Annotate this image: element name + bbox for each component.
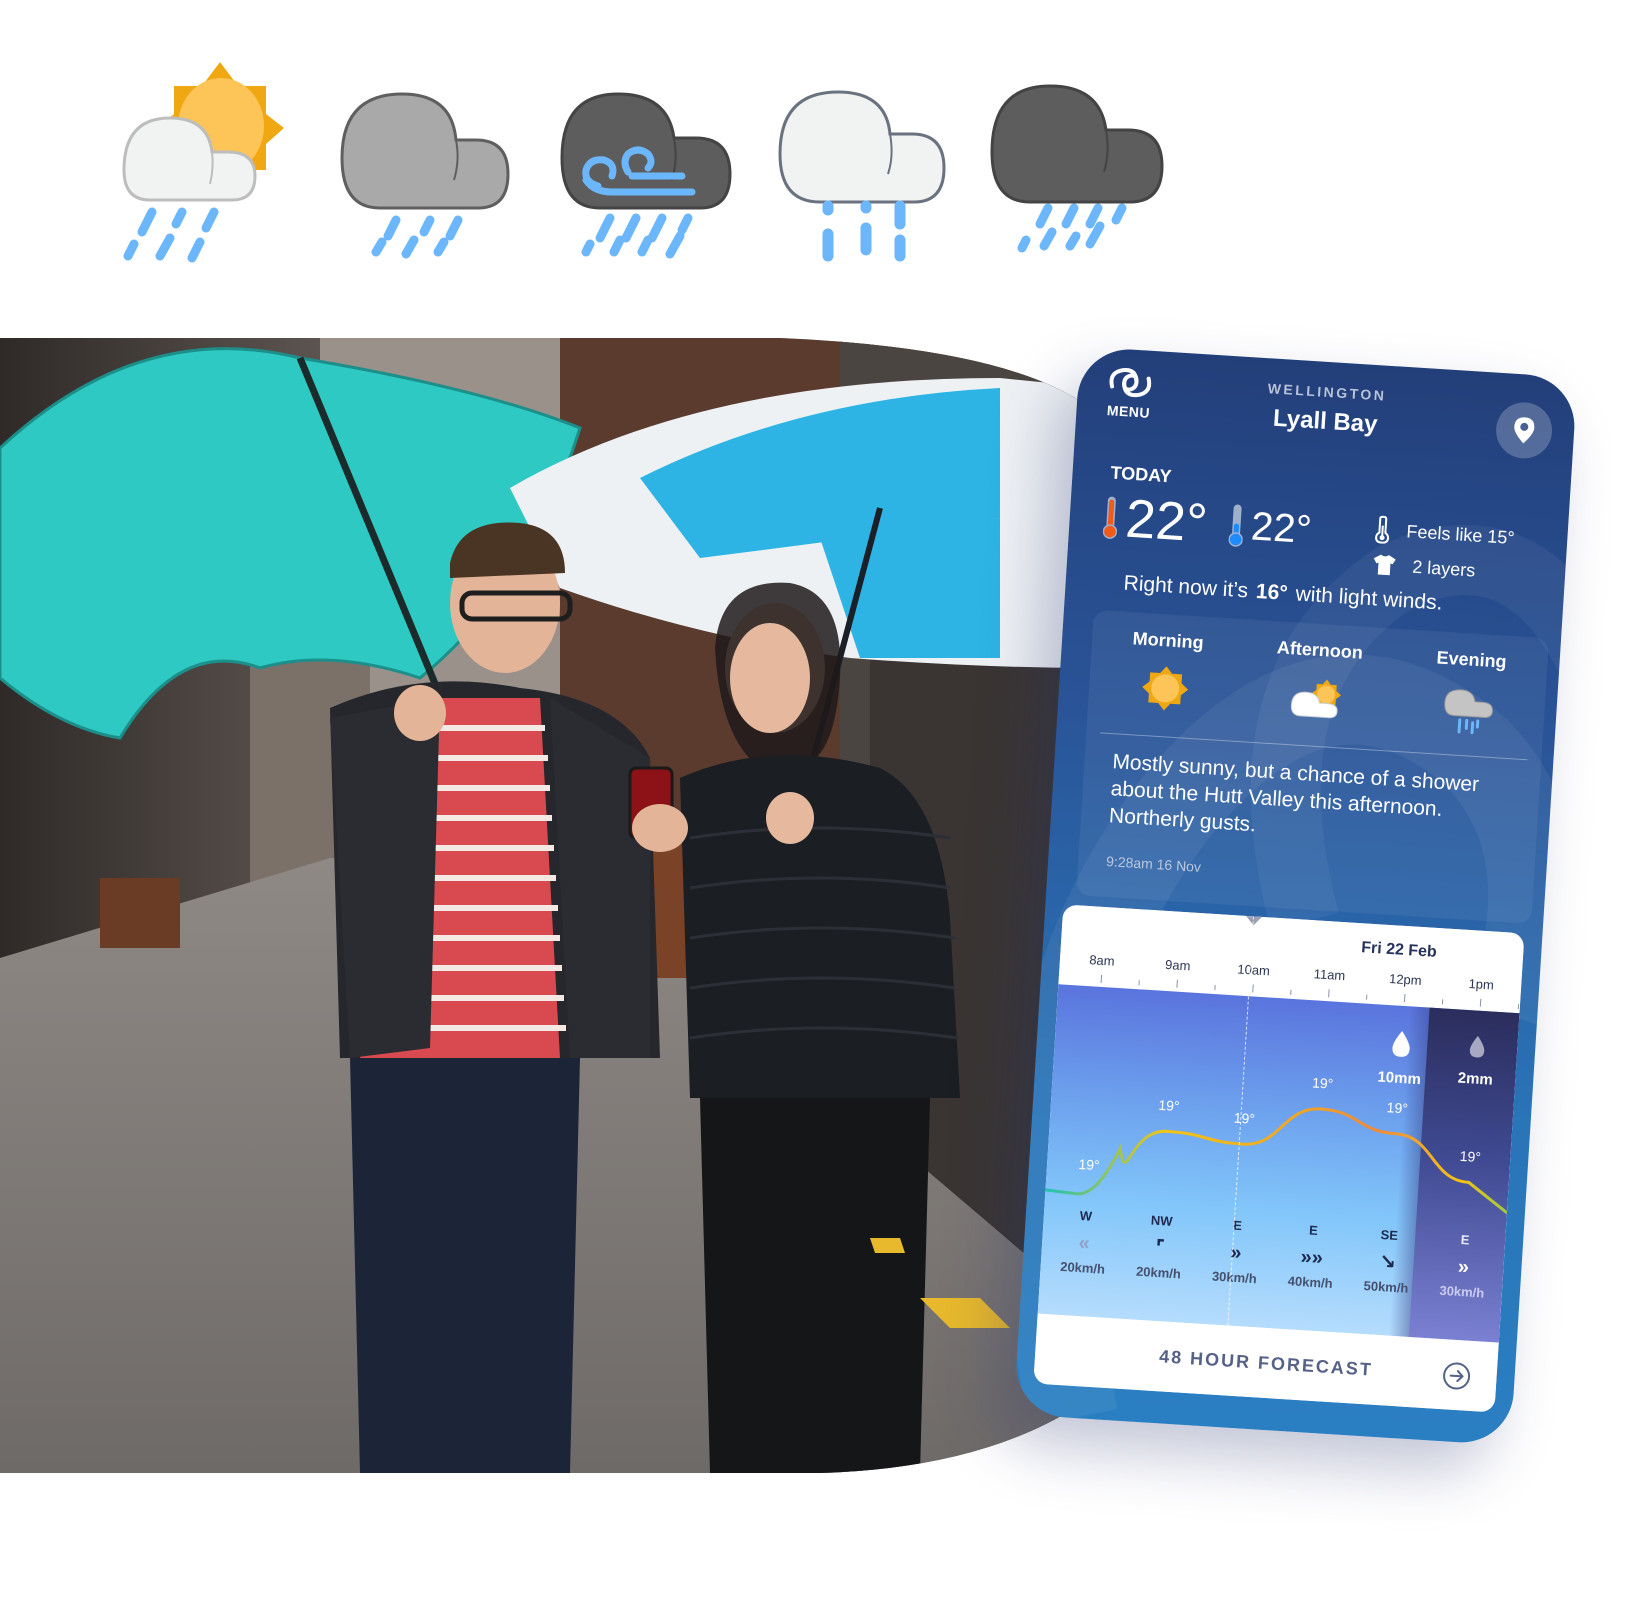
weather-app-screen: MENU WELLINGTON Lyall Bay TODAY 22° 22° [1013,346,1578,1446]
temperature-label: 19° [1233,1109,1256,1127]
hour-tick [1328,989,1330,998]
rain-amount-label: 10mm [1376,1068,1422,1089]
low-temperature: 22° [1249,504,1313,553]
current-temperature: 16° [1255,579,1289,605]
photo-illustration [0,338,1090,1473]
hour-tick [1100,974,1103,983]
forecast-button-label: 48 HOUR FORECAST [1158,1345,1374,1380]
feels-like-text: Feels like 15° [1405,520,1516,548]
hourly-timeline[interactable]: Fri 22 Feb 8am 9am 10am 11am 12pm 1pm 19° 19° 1… [1033,904,1525,1413]
wind-arrow-icon: »» [1299,1246,1324,1270]
hour-tick [1176,979,1178,988]
sun-icon [1142,666,1189,711]
temperature-label: 19° [1078,1155,1101,1174]
temperature-label: 19° [1459,1147,1482,1166]
arrow-right-circle-icon [1443,1362,1471,1390]
period-label: Morning [1132,628,1205,653]
windy-rain-icon [560,88,735,260]
hour-tick [1403,993,1406,1003]
temperature-label: 19° [1157,1096,1181,1115]
half-hour-tick [1290,989,1292,995]
raindrop-icon [1469,1035,1485,1058]
wind-arrow-icon: » [1229,1241,1243,1265]
wind-arrow-icon: ↘ [1378,1250,1397,1274]
wind-column: E» 30km/h [1425,1230,1501,1301]
thermometer-high-icon [1102,496,1118,539]
wind-column: E»» 40km/h [1274,1220,1350,1291]
heavy-rain-icon [990,84,1165,256]
tshirt-icon [1373,554,1396,576]
rain-amount: 10mm [1373,1028,1428,1088]
hour-label: 10am [1236,961,1271,979]
feels-like-row: Feels like 15° [1374,515,1516,552]
hour-label: 1pm [1468,976,1495,993]
rain-amount-label: 2mm [1457,1069,1494,1089]
hour-label: 8am [1088,952,1116,969]
rain-amount: 2mm [1449,1033,1504,1089]
wind-arrow-icon: ⌜ [1154,1236,1166,1260]
half-hour-tick [1441,999,1444,1005]
layers-row: 2 layers [1372,553,1513,584]
temperature-line [1045,1107,1508,1215]
layers-text: 2 layers [1411,556,1476,581]
period-afternoon[interactable]: Afternoon [1255,636,1380,730]
wind-column: W «20km/h [1046,1206,1122,1277]
today-label: TODAY [1110,462,1173,487]
hour-label: 11am [1313,966,1346,984]
wind-arrow-icon: « [1077,1232,1091,1255]
partly-cloudy-icon [1290,679,1342,719]
half-hour-tick [1517,1004,1520,1010]
period-morning[interactable]: Morning [1103,627,1228,721]
today-temperatures: 22° 22° [1102,488,1313,557]
temperature-label: 19° [1386,1099,1409,1117]
timeline-date: Fri 22 Feb [1360,939,1438,961]
thermometer-low-icon [1228,504,1243,547]
today-extras: Feels like 15° 2 layers [1371,515,1515,594]
wind-column: SE ↘ 50km/h [1350,1225,1426,1296]
wind-column: E» 30km/h [1198,1216,1274,1287]
forecast-summary-text: Mostly sunny, but a chance of a shower a… [1108,750,1480,837]
thermometer-outline-icon [1375,515,1390,544]
period-label: Evening [1436,647,1508,672]
hour-tick [1252,984,1254,993]
raindrop-icon [1392,1030,1410,1057]
app-header: MENU WELLINGTON Lyall Bay [1074,346,1577,477]
issued-time: 9:28am 16 Nov [1105,853,1202,875]
light-rain-icon [778,90,950,268]
period-label: Afternoon [1276,637,1364,663]
temperature-label: 19° [1311,1074,1334,1092]
forecast-summary-card: Morning Afternoon Evening Mostly sunny, … [1076,609,1550,924]
half-hour-tick [1214,985,1216,991]
cloud-rain-icon [1444,689,1493,735]
now-prefix: Right now it’s [1122,571,1249,603]
hourly-chart: 19° 19° 19° 19° 19° 19° 10mm 2mm W «20km/h NW ⌜ 20km… [1037,984,1520,1343]
high-temperature: 22° [1123,488,1210,554]
half-hour-tick [1366,994,1368,1000]
period-evening[interactable]: Evening [1407,646,1532,740]
lifestyle-photo [0,338,1100,1473]
hour-label: 9am [1164,956,1191,974]
day-periods: Morning Afternoon Evening [1088,626,1549,741]
half-hour-tick [1138,980,1140,986]
wind-arrow-icon: » [1457,1255,1470,1279]
hour-tick [1479,998,1482,1007]
wind-column: NW ⌜ 20km/h [1122,1211,1198,1282]
cloudy-rain-icon [340,90,515,260]
location-pin-icon [1514,417,1535,444]
partly-sunny-rain-icon [120,60,290,270]
hour-label: 12pm [1388,971,1423,989]
weather-icon-row [0,0,1626,300]
